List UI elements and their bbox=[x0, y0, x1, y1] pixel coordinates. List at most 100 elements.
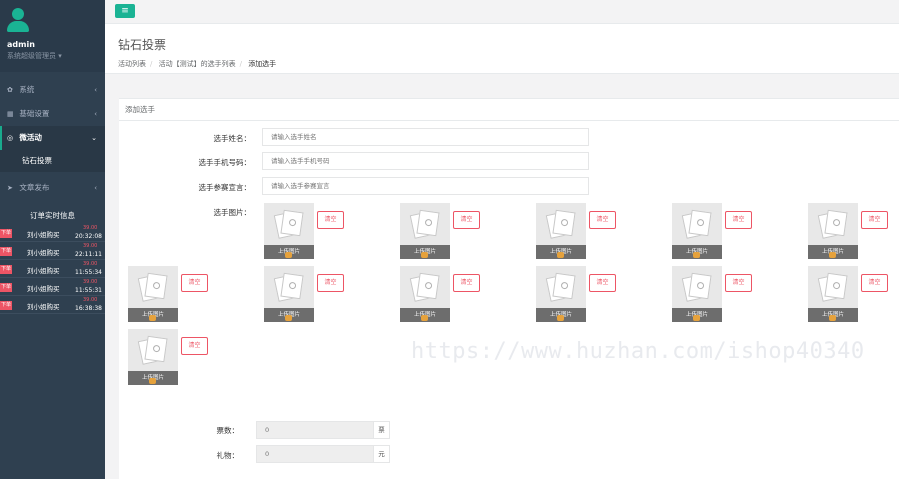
gift-label: 礼物： bbox=[216, 451, 240, 460]
photo-upload-box[interactable]: 上传图片 bbox=[808, 266, 858, 322]
image-placeholder-icon bbox=[273, 272, 304, 302]
pointer-hand-icon bbox=[557, 315, 564, 321]
grid-icon: ▦ bbox=[7, 110, 14, 118]
watermark-text: https://www.huzhan.com/ishop40340 bbox=[411, 339, 865, 364]
order-row: 下单 刘小姐购买 39.00 16:38:38 bbox=[0, 297, 105, 314]
image-placeholder-icon bbox=[409, 209, 440, 239]
order-time: 11:55:34 bbox=[75, 269, 102, 276]
image-placeholder-icon bbox=[137, 335, 168, 365]
order-name: 刘小姐购买 bbox=[27, 249, 60, 257]
breadcrumb: 活动列表 / 活动【测试】的选手列表 / 添加选手 bbox=[118, 60, 277, 68]
photo-upload-box[interactable]: 上传图片 bbox=[536, 266, 586, 322]
votes-input[interactable] bbox=[256, 421, 374, 439]
pointer-hand-icon bbox=[421, 315, 428, 321]
pointer-hand-icon bbox=[421, 252, 428, 258]
chevron-left-icon: ‹ bbox=[94, 184, 97, 192]
order-amount: 39.00 bbox=[83, 279, 98, 285]
sidebar-item-basic-settings[interactable]: ▦ 基础设置 ‹ bbox=[0, 102, 105, 126]
image-placeholder-icon bbox=[273, 209, 304, 239]
order-row: 下单 刘小姐购买 39.00 11:55:31 bbox=[0, 279, 105, 296]
pointer-hand-icon bbox=[829, 252, 836, 258]
user-role[interactable]: 系统超级管理员 ▾ bbox=[7, 51, 99, 61]
order-badge: 下单 bbox=[0, 283, 12, 292]
order-time: 16:38:38 bbox=[75, 305, 102, 312]
image-placeholder-icon bbox=[681, 272, 712, 302]
hamburger-icon: ≡ bbox=[121, 6, 129, 16]
photo-upload-box[interactable]: 上传图片 bbox=[808, 203, 858, 259]
pointer-hand-icon bbox=[693, 252, 700, 258]
order-row: 下单 刘小姐购买 39.00 20:32:08 bbox=[0, 225, 105, 242]
pointer-hand-icon bbox=[285, 315, 292, 321]
photo-upload-box[interactable]: 上传图片 bbox=[264, 266, 314, 322]
pointer-hand-icon bbox=[829, 315, 836, 321]
player-phone-input[interactable] bbox=[262, 152, 589, 170]
votes-label: 票数： bbox=[216, 426, 240, 435]
photo-upload-box[interactable]: 上传图片 bbox=[128, 329, 178, 385]
sidebar: admin 系统超级管理员 ▾ ✿ 系统 ‹ ▦ 基础设置 ‹ ◎ 微活动 ⌄ … bbox=[0, 0, 105, 479]
order-amount: 39.00 bbox=[83, 225, 98, 231]
page-heading: 钻石投票 活动列表 / 活动【测试】的选手列表 / 添加选手 bbox=[105, 24, 899, 74]
photo-upload-box[interactable]: 上传图片 bbox=[672, 266, 722, 322]
sidebar-item-micro-activity[interactable]: ◎ 微活动 ⌄ bbox=[0, 126, 105, 150]
clear-image-button[interactable]: 清空 bbox=[861, 211, 888, 229]
order-name: 刘小姐购买 bbox=[27, 303, 60, 311]
player-name-input[interactable] bbox=[262, 128, 589, 146]
clear-image-button[interactable]: 清空 bbox=[589, 274, 616, 292]
add-player-panel: 添加选手 选手姓名： 选手手机号码： 选手参赛宣言： 选手图片： 上传图片清空上… bbox=[119, 98, 899, 479]
votes-unit: 票 bbox=[374, 421, 390, 439]
pointer-hand-icon bbox=[693, 315, 700, 321]
clear-image-button[interactable]: 清空 bbox=[317, 211, 344, 229]
page-title: 钻石投票 bbox=[118, 38, 167, 52]
orders-list: 下单 刘小姐购买 39.00 20:32:08 下单 刘小姐购买 39.00 22:11:11… bbox=[0, 225, 105, 314]
order-amount: 39.00 bbox=[83, 243, 98, 249]
user-name[interactable]: admin bbox=[7, 40, 99, 49]
clear-image-button[interactable]: 清空 bbox=[725, 211, 752, 229]
pointer-hand-icon bbox=[285, 252, 292, 258]
order-row: 下单 刘小姐购买 39.00 22:11:11 bbox=[0, 243, 105, 260]
pointer-hand-icon bbox=[557, 252, 564, 258]
gift-unit: 元 bbox=[374, 445, 390, 463]
panel-title: 添加选手 bbox=[119, 99, 899, 121]
dribbble-icon: ◎ bbox=[7, 134, 14, 142]
photo-upload-box[interactable]: 上传图片 bbox=[400, 266, 450, 322]
main-area: ≡ 钻石投票 活动列表 / 活动【测试】的选手列表 / 添加选手 添加选手 选手姓名… bbox=[105, 0, 899, 479]
user-avatar-icon bbox=[7, 8, 29, 34]
order-name: 刘小姐购买 bbox=[27, 267, 60, 275]
photo-upload-box[interactable]: 上传图片 bbox=[672, 203, 722, 259]
image-placeholder-icon bbox=[817, 272, 848, 302]
order-time: 20:32:08 bbox=[75, 233, 102, 240]
order-row: 下单 刘小姐购买 39.00 11:55:34 bbox=[0, 261, 105, 278]
clear-image-button[interactable]: 清空 bbox=[181, 274, 208, 292]
breadcrumb-activity-list[interactable]: 活动列表 bbox=[118, 60, 146, 68]
clear-image-button[interactable]: 清空 bbox=[317, 274, 344, 292]
player-manifesto-input[interactable] bbox=[262, 177, 589, 195]
profile-block: admin 系统超级管理员 ▾ bbox=[0, 0, 105, 72]
order-badge: 下单 bbox=[0, 265, 12, 274]
clear-image-button[interactable]: 清空 bbox=[453, 211, 480, 229]
clear-image-button[interactable]: 清空 bbox=[453, 274, 480, 292]
clear-image-button[interactable]: 清空 bbox=[589, 211, 616, 229]
clear-image-button[interactable]: 清空 bbox=[725, 274, 752, 292]
order-name: 刘小姐购买 bbox=[27, 231, 60, 239]
photo-upload-box[interactable]: 上传图片 bbox=[128, 266, 178, 322]
sidebar-subitem-diamond-vote[interactable]: 钻石投票 bbox=[0, 150, 105, 172]
photo-upload-box[interactable]: 上传图片 bbox=[264, 203, 314, 259]
order-badge: 下单 bbox=[0, 247, 12, 256]
sidebar-item-article-publish[interactable]: ➤ 文章发布 ‹ bbox=[0, 176, 105, 200]
gear-icon: ✿ bbox=[7, 86, 13, 94]
gift-input[interactable] bbox=[256, 445, 374, 463]
clear-image-button[interactable]: 清空 bbox=[181, 337, 208, 355]
top-bar: ≡ bbox=[105, 0, 899, 24]
photo-upload-box[interactable]: 上传图片 bbox=[400, 203, 450, 259]
order-name: 刘小姐购买 bbox=[27, 285, 60, 293]
photo-upload-box[interactable]: 上传图片 bbox=[536, 203, 586, 259]
order-amount: 39.00 bbox=[83, 297, 98, 303]
menu-toggle-button[interactable]: ≡ bbox=[115, 4, 135, 18]
sidebar-item-system[interactable]: ✿ 系统 ‹ bbox=[0, 78, 105, 102]
clear-image-button[interactable]: 清空 bbox=[861, 274, 888, 292]
image-placeholder-icon bbox=[545, 209, 576, 239]
image-placeholder-icon bbox=[409, 272, 440, 302]
breadcrumb-player-list[interactable]: 活动【测试】的选手列表 bbox=[159, 60, 236, 68]
pointer-hand-icon bbox=[149, 315, 156, 321]
chevron-left-icon: ‹ bbox=[94, 110, 97, 118]
